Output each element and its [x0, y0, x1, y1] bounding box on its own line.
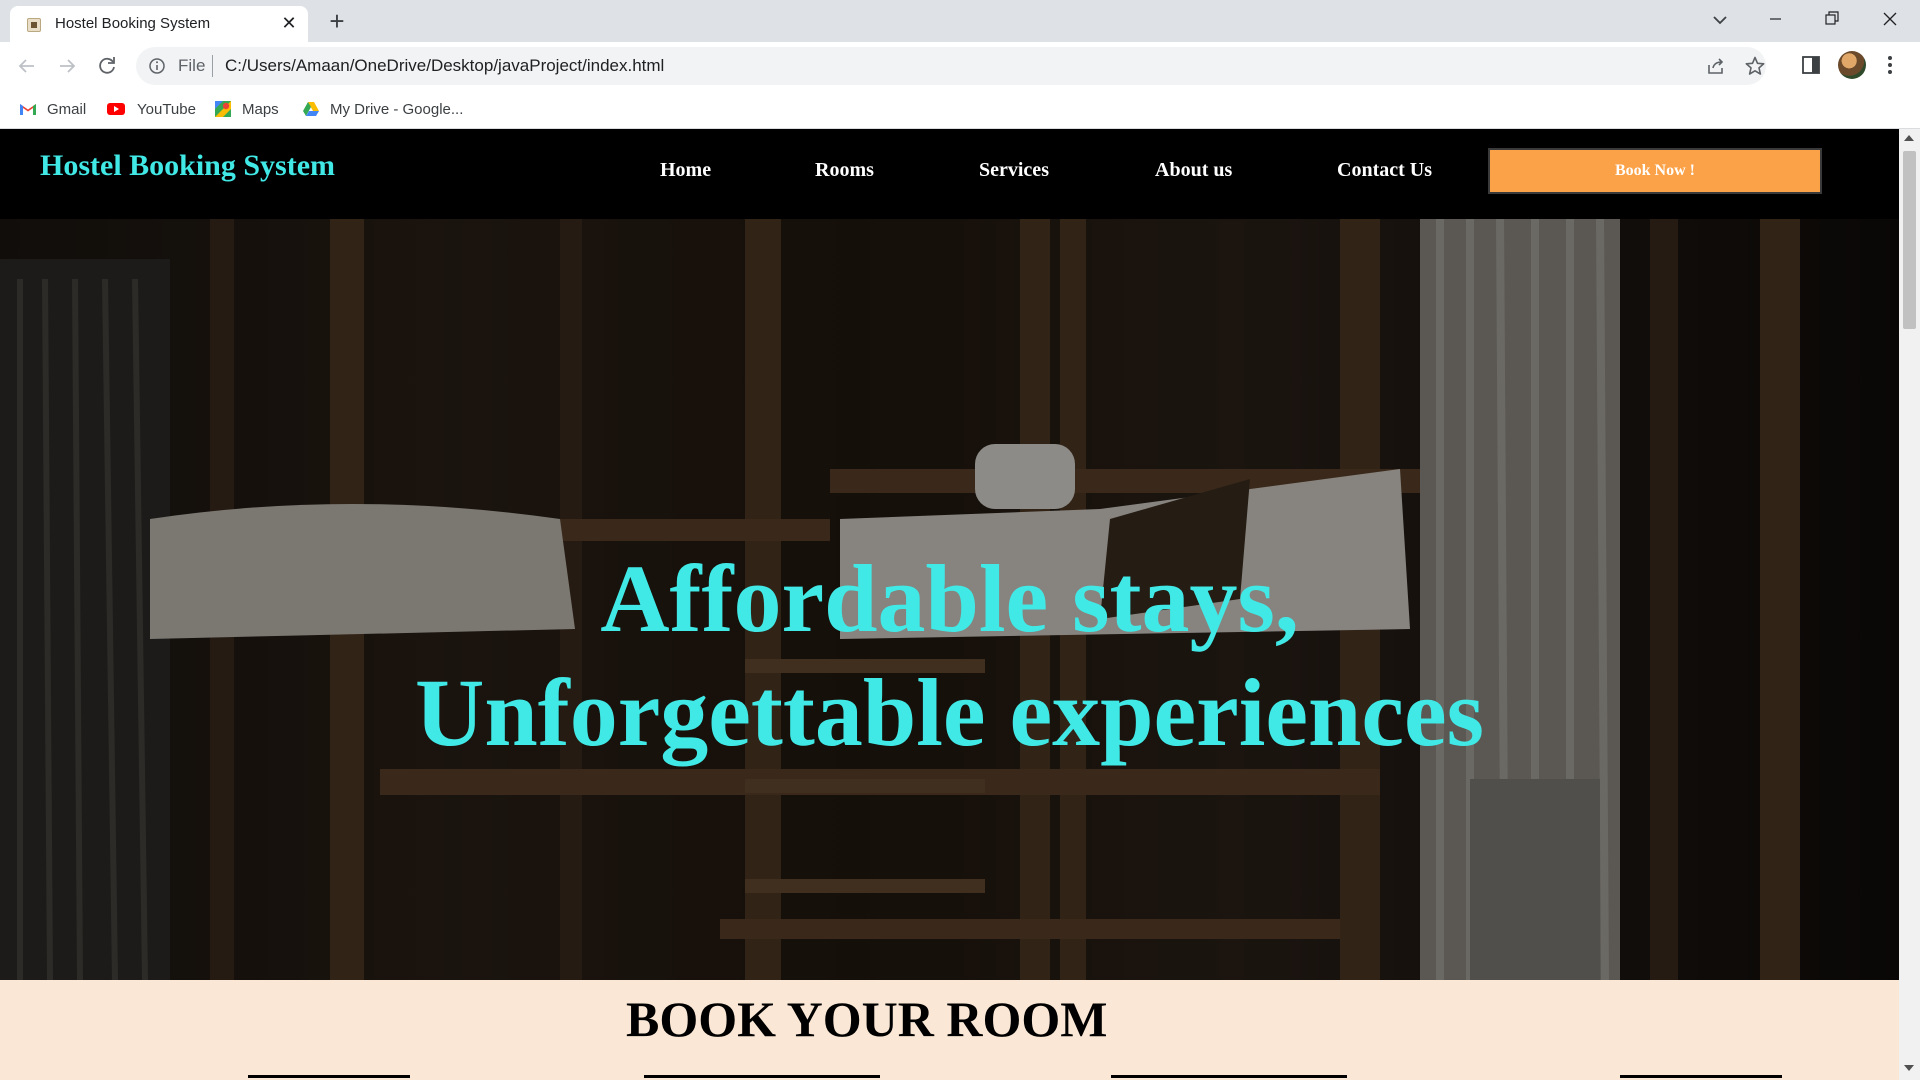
- bookmarks-bar: Gmail YouTube Maps My Drive - Google...: [0, 90, 1920, 129]
- page-viewport: Hostel Booking System Home Rooms Service…: [0, 129, 1899, 1080]
- url-separator: [212, 55, 213, 77]
- browser-tab[interactable]: Hostel Booking System ✕: [10, 6, 308, 42]
- tab-close-icon[interactable]: ✕: [278, 12, 300, 34]
- address-bar[interactable]: File C:/Users/Amaan/OneDrive/Desktop/jav…: [136, 47, 1766, 85]
- tab-title: Hostel Booking System: [55, 15, 211, 32]
- youtube-icon: [107, 103, 125, 115]
- hero-heading: Affordable stays, Unforgettable experien…: [0, 542, 1899, 770]
- restore-icon[interactable]: [1804, 0, 1860, 38]
- bookmark-label: Gmail: [47, 100, 87, 118]
- booking-field-1[interactable]: [248, 1075, 410, 1078]
- nav-link-about-us[interactable]: About us: [1155, 159, 1232, 182]
- scroll-up-arrow-icon[interactable]: [1904, 135, 1914, 141]
- tab-search-chevron-icon[interactable]: [1706, 6, 1734, 34]
- book-room-title: BOOK YOUR ROOM: [626, 991, 1108, 1047]
- window-close-icon[interactable]: [1862, 0, 1918, 38]
- page-favicon-icon: [27, 18, 41, 32]
- book-room-section: BOOK YOUR ROOM: [0, 980, 1899, 1080]
- bookmark-my-drive[interactable]: My Drive - Google...: [302, 90, 463, 128]
- nav-link-contact-us[interactable]: Contact Us: [1337, 159, 1432, 182]
- scroll-down-arrow-icon[interactable]: [1904, 1065, 1914, 1071]
- url-scheme-label: File: [178, 56, 206, 75]
- side-panel-icon[interactable]: [1801, 55, 1821, 75]
- booking-field-4[interactable]: [1620, 1075, 1782, 1078]
- bookmark-label: YouTube: [137, 100, 196, 118]
- site-brand[interactable]: Hostel Booking System: [40, 149, 335, 183]
- hero-heading-line-1: Affordable stays,: [600, 545, 1299, 652]
- hero-banner: Affordable stays, Unforgettable experien…: [0, 219, 1899, 980]
- hero-heading-line-2: Unforgettable experiences: [415, 659, 1484, 766]
- profile-avatar[interactable]: [1838, 51, 1866, 79]
- minimize-icon[interactable]: [1748, 0, 1804, 38]
- site-info-icon[interactable]: [148, 57, 166, 75]
- page-scrollbar[interactable]: [1899, 129, 1920, 1080]
- browser-tab-strip: Hostel Booking System ✕ +: [0, 0, 1920, 42]
- google-drive-icon: [303, 102, 319, 116]
- booking-field-3[interactable]: [1111, 1075, 1347, 1078]
- booking-field-2[interactable]: [644, 1075, 880, 1078]
- back-arrow-icon[interactable]: [13, 52, 41, 80]
- new-tab-icon[interactable]: +: [323, 8, 351, 36]
- url-text[interactable]: C:/Users/Amaan/OneDrive/Desktop/javaProj…: [225, 56, 664, 76]
- reload-icon[interactable]: [93, 52, 121, 80]
- nav-link-services[interactable]: Services: [979, 159, 1049, 182]
- bookmark-star-icon[interactable]: [1744, 55, 1766, 77]
- nav-link-rooms[interactable]: Rooms: [815, 159, 874, 182]
- site-navbar: Hostel Booking System Home Rooms Service…: [0, 129, 1899, 219]
- share-icon[interactable]: [1706, 56, 1726, 76]
- gmail-icon: [20, 104, 36, 115]
- browser-menu-icon[interactable]: [1886, 53, 1894, 77]
- book-now-button[interactable]: Book Now !: [1488, 148, 1822, 194]
- bookmark-label: Maps: [242, 100, 279, 118]
- bookmark-label: My Drive - Google...: [330, 100, 464, 118]
- browser-toolbar: File C:/Users/Amaan/OneDrive/Desktop/jav…: [0, 42, 1920, 90]
- bookmark-youtube[interactable]: YouTube: [105, 90, 196, 128]
- forward-arrow-icon[interactable]: [53, 52, 81, 80]
- scrollbar-thumb[interactable]: [1903, 151, 1916, 329]
- maps-icon: [215, 101, 231, 117]
- nav-link-home[interactable]: Home: [660, 159, 711, 182]
- bookmark-gmail[interactable]: Gmail: [19, 90, 86, 128]
- bookmark-maps[interactable]: Maps: [214, 90, 279, 128]
